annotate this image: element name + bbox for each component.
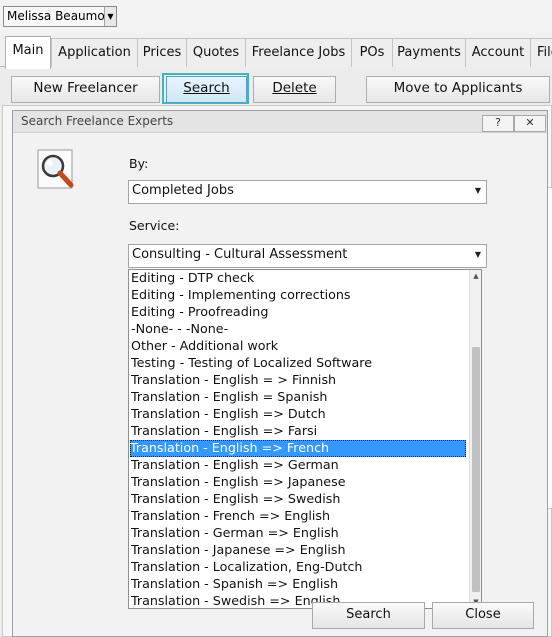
dialog-title: Search Freelance Experts bbox=[21, 114, 174, 128]
list-item[interactable]: Translation - English => Swedish bbox=[131, 491, 465, 508]
list-item[interactable]: Translation - Japanese => English bbox=[131, 542, 465, 559]
list-item[interactable]: Editing - Implementing corrections bbox=[131, 287, 465, 304]
help-icon[interactable]: ? bbox=[482, 115, 514, 132]
search-button-label: Search bbox=[183, 80, 230, 96]
search-dialog: Search Freelance Experts ? ✕ By: Complet… bbox=[12, 110, 548, 637]
by-select[interactable]: Completed Jobs ▼ bbox=[128, 180, 487, 204]
by-label: By: bbox=[129, 156, 149, 171]
list-item[interactable]: Translation - French => English bbox=[131, 508, 465, 525]
close-icon[interactable]: ✕ bbox=[514, 115, 546, 132]
dialog-close-button[interactable]: Close bbox=[432, 602, 534, 629]
list-item[interactable]: Translation - Localization, Eng-Dutch bbox=[131, 559, 465, 576]
user-bar: Melissa Beaumont ▼ bbox=[0, 0, 552, 34]
service-label: Service: bbox=[129, 218, 180, 233]
tab-main[interactable]: Main bbox=[5, 36, 51, 69]
list-item[interactable]: Translation - English => Dutch bbox=[131, 406, 465, 423]
scroll-up-icon[interactable]: ▲ bbox=[470, 270, 481, 282]
user-select[interactable]: Melissa Beaumont ▼ bbox=[3, 6, 117, 27]
dialog-title-bar: Search Freelance Experts ? ✕ bbox=[13, 111, 547, 133]
list-item[interactable]: Translation - English => German bbox=[131, 457, 465, 474]
tab-payments[interactable]: Payments bbox=[392, 38, 466, 68]
service-select-value: Consulting - Cultural Assessment bbox=[132, 247, 348, 262]
dialog-search-button[interactable]: Search bbox=[312, 602, 425, 629]
chevron-down-icon[interactable]: ▼ bbox=[475, 181, 481, 201]
by-select-value: Completed Jobs bbox=[132, 183, 234, 198]
delete-button-label: Delete bbox=[272, 80, 317, 96]
list-item[interactable]: Translation - English = > Finnish bbox=[131, 372, 465, 389]
tab-strip: Main Application Prices Quotes Freelance… bbox=[0, 36, 552, 69]
list-item[interactable]: Translation - Spanish => English bbox=[131, 576, 465, 593]
list-item[interactable]: Translation - English = Spanish bbox=[131, 389, 465, 406]
tab-file[interactable]: File bbox=[530, 38, 552, 68]
list-item[interactable]: Translation - English => Farsi bbox=[131, 423, 465, 440]
list-item[interactable]: Testing - Testing of Localized Software bbox=[131, 355, 465, 372]
chevron-down-icon[interactable]: ▼ bbox=[104, 7, 116, 26]
tab-application[interactable]: Application bbox=[51, 38, 138, 68]
scrollbar-thumb[interactable] bbox=[472, 347, 480, 592]
service-select[interactable]: Consulting - Cultural Assessment ▼ bbox=[128, 244, 487, 268]
list-item[interactable]: Translation - English => Japanese bbox=[131, 474, 465, 491]
list-item-selected[interactable]: Translation - English => French bbox=[130, 440, 466, 457]
tab-freelance-jobs[interactable]: Freelance Jobs bbox=[245, 38, 352, 68]
new-freelancer-button[interactable]: New Freelancer bbox=[11, 76, 160, 103]
list-item[interactable]: Editing - DTP check bbox=[131, 270, 465, 287]
tab-pos[interactable]: POs bbox=[351, 38, 393, 68]
delete-button[interactable]: Delete bbox=[253, 76, 336, 103]
tab-prices[interactable]: Prices bbox=[137, 38, 187, 68]
list-item[interactable]: Translation - German => English bbox=[131, 525, 465, 542]
list-item[interactable]: -None- - -None- bbox=[131, 321, 465, 338]
list-scrollbar[interactable]: ▲ ▼ bbox=[469, 270, 481, 608]
search-button[interactable]: Search bbox=[166, 76, 247, 103]
move-to-applicants-button[interactable]: Move to Applicants bbox=[366, 76, 550, 103]
tab-quotes[interactable]: Quotes bbox=[186, 38, 246, 68]
list-item[interactable]: Other - Additional work bbox=[131, 338, 465, 355]
magnifier-icon bbox=[37, 149, 74, 189]
tab-account[interactable]: Account bbox=[465, 38, 531, 68]
user-name: Melissa Beaumont bbox=[7, 9, 117, 23]
chevron-down-icon[interactable]: ▼ bbox=[475, 245, 481, 265]
service-dropdown-list[interactable]: Editing - DTP check Editing - Implementi… bbox=[128, 269, 482, 609]
list-item[interactable]: Editing - Proofreading bbox=[131, 304, 465, 321]
